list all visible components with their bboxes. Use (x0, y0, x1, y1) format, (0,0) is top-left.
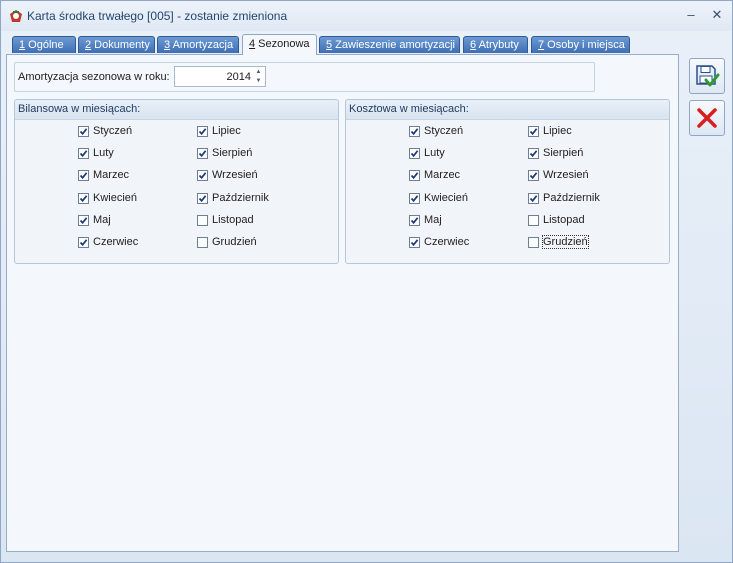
cancel-x-icon (697, 108, 717, 128)
checkbox-label: Maj (93, 213, 111, 226)
checkbox-label: Wrzesień (543, 169, 589, 182)
tab-zawieszenie-amortyzacji[interactable]: 5 Zawieszenie amortyzacji (319, 36, 460, 53)
checkbox-unchecked-icon[interactable] (528, 214, 539, 226)
title-bar[interactable]: Karta środka trwałego [005] - zostanie z… (1, 1, 732, 31)
checkbox-checked-icon[interactable] (409, 192, 420, 204)
minimize-button[interactable]: – (682, 7, 700, 23)
checkbox-checked-icon[interactable] (409, 170, 420, 182)
checkbox-checked-icon[interactable] (528, 170, 539, 182)
checkbox-checked-icon[interactable] (197, 192, 208, 204)
year-row: Amortyzacja sezonowa w roku: 2014 ▲ ▼ (14, 62, 595, 92)
checkbox-label: Kwiecień (424, 191, 469, 204)
checkbox-checked-icon[interactable] (409, 148, 420, 160)
kosztowa-header: Kosztowa w miesiącach: (346, 100, 669, 120)
checkbox-label: Listopad (212, 213, 254, 226)
checkbox-checked-icon[interactable] (78, 237, 89, 248)
cancel-button[interactable] (689, 100, 725, 136)
save-button[interactable] (689, 58, 725, 94)
checkbox-label: Luty (424, 147, 445, 160)
checkbox-label: Grudzień (212, 236, 257, 248)
checkbox-checked-icon[interactable] (78, 126, 89, 137)
checkbox-unchecked-icon[interactable] (197, 237, 208, 248)
checkbox-label: Czerwiec (424, 236, 470, 248)
checkbox-checked-icon[interactable] (528, 126, 539, 137)
dialog-window: Karta środka trwałego [005] - zostanie z… (0, 0, 733, 563)
checkbox-label: Maj (424, 213, 442, 226)
checkbox-label: Kwiecień (93, 191, 138, 204)
checkbox-label: Grudzień (542, 235, 589, 249)
tab-amortyzacja[interactable]: 3 Amortyzacja (157, 36, 239, 53)
tab-sezonowa[interactable]: 4 Sezonowa (242, 34, 317, 55)
kosztowa-title: Kosztowa w miesiącach: (349, 103, 469, 115)
checkbox-unchecked-icon[interactable] (528, 237, 539, 248)
tab-dokumenty[interactable]: 2 Dokumenty (78, 36, 155, 53)
checkbox-checked-icon[interactable] (197, 126, 208, 137)
checkbox-checked-icon[interactable] (197, 148, 208, 160)
checkbox-label: Luty (93, 147, 114, 160)
app-logo-icon (8, 8, 24, 24)
save-confirm-icon (696, 65, 720, 87)
checkbox-checked-icon[interactable] (78, 170, 89, 182)
checkbox-checked-icon[interactable] (78, 214, 89, 226)
checkbox-label: Styczeń (93, 125, 133, 137)
checkbox-label: Styczeń (424, 125, 464, 137)
bilansowa-title: Bilansowa w miesiącach: (18, 103, 141, 115)
checkbox-checked-icon[interactable] (78, 192, 89, 204)
spin-down-icon[interactable]: ▼ (253, 77, 264, 86)
spin-up-icon[interactable]: ▲ (253, 68, 264, 77)
checkbox-label: Czerwiec (93, 236, 139, 248)
tab-ogolne[interactable]: 1 Ogólne (12, 36, 76, 53)
tab-atrybuty[interactable]: 6 Atrybuty (463, 36, 528, 53)
checkbox-label: Lipiec (543, 125, 572, 137)
window-title: Karta środka trwałego [005] - zostanie z… (27, 9, 288, 23)
checkbox-checked-icon[interactable] (409, 237, 420, 248)
checkbox-label: Sierpień (212, 147, 253, 160)
tab-osoby-i-miejsca[interactable]: 7 Osoby i miejsca (531, 36, 630, 53)
year-spinner-input[interactable]: 2014 ▲ ▼ (174, 66, 266, 87)
checkbox-label: Październik (543, 191, 600, 204)
checkbox-label: Lipiec (212, 125, 241, 137)
checkbox-checked-icon[interactable] (409, 214, 420, 226)
checkbox-label: Marzec (93, 169, 130, 182)
checkbox-checked-icon[interactable] (78, 148, 89, 160)
bilansowa-header: Bilansowa w miesiącach: (15, 100, 338, 120)
checkbox-checked-icon[interactable] (528, 148, 539, 160)
checkbox-label: Marzec (424, 169, 461, 182)
checkbox-checked-icon[interactable] (528, 192, 539, 204)
checkbox-label: Październik (212, 191, 269, 204)
checkbox-unchecked-icon[interactable] (197, 214, 208, 226)
tab-panel-sezonowa: Amortyzacja sezonowa w roku: 2014 ▲ ▼ Bi… (6, 54, 679, 552)
bilansowa-group: Bilansowa w miesiącach: Styczeń Luty Marze… (14, 99, 339, 264)
checkbox-label: Sierpień (543, 147, 584, 160)
year-value: 2014 (226, 71, 251, 83)
checkbox-label: Listopad (543, 213, 585, 226)
checkbox-label: Wrzesień (212, 169, 258, 182)
kosztowa-group: Kosztowa w miesiącach: Styczeń Luty Marzec… (345, 99, 670, 264)
checkbox-checked-icon[interactable] (409, 126, 420, 137)
year-label: Amortyzacja sezonowa w roku: (18, 71, 170, 83)
checkbox-checked-icon[interactable] (197, 170, 208, 182)
close-window-button[interactable]: ✕ (708, 7, 726, 23)
